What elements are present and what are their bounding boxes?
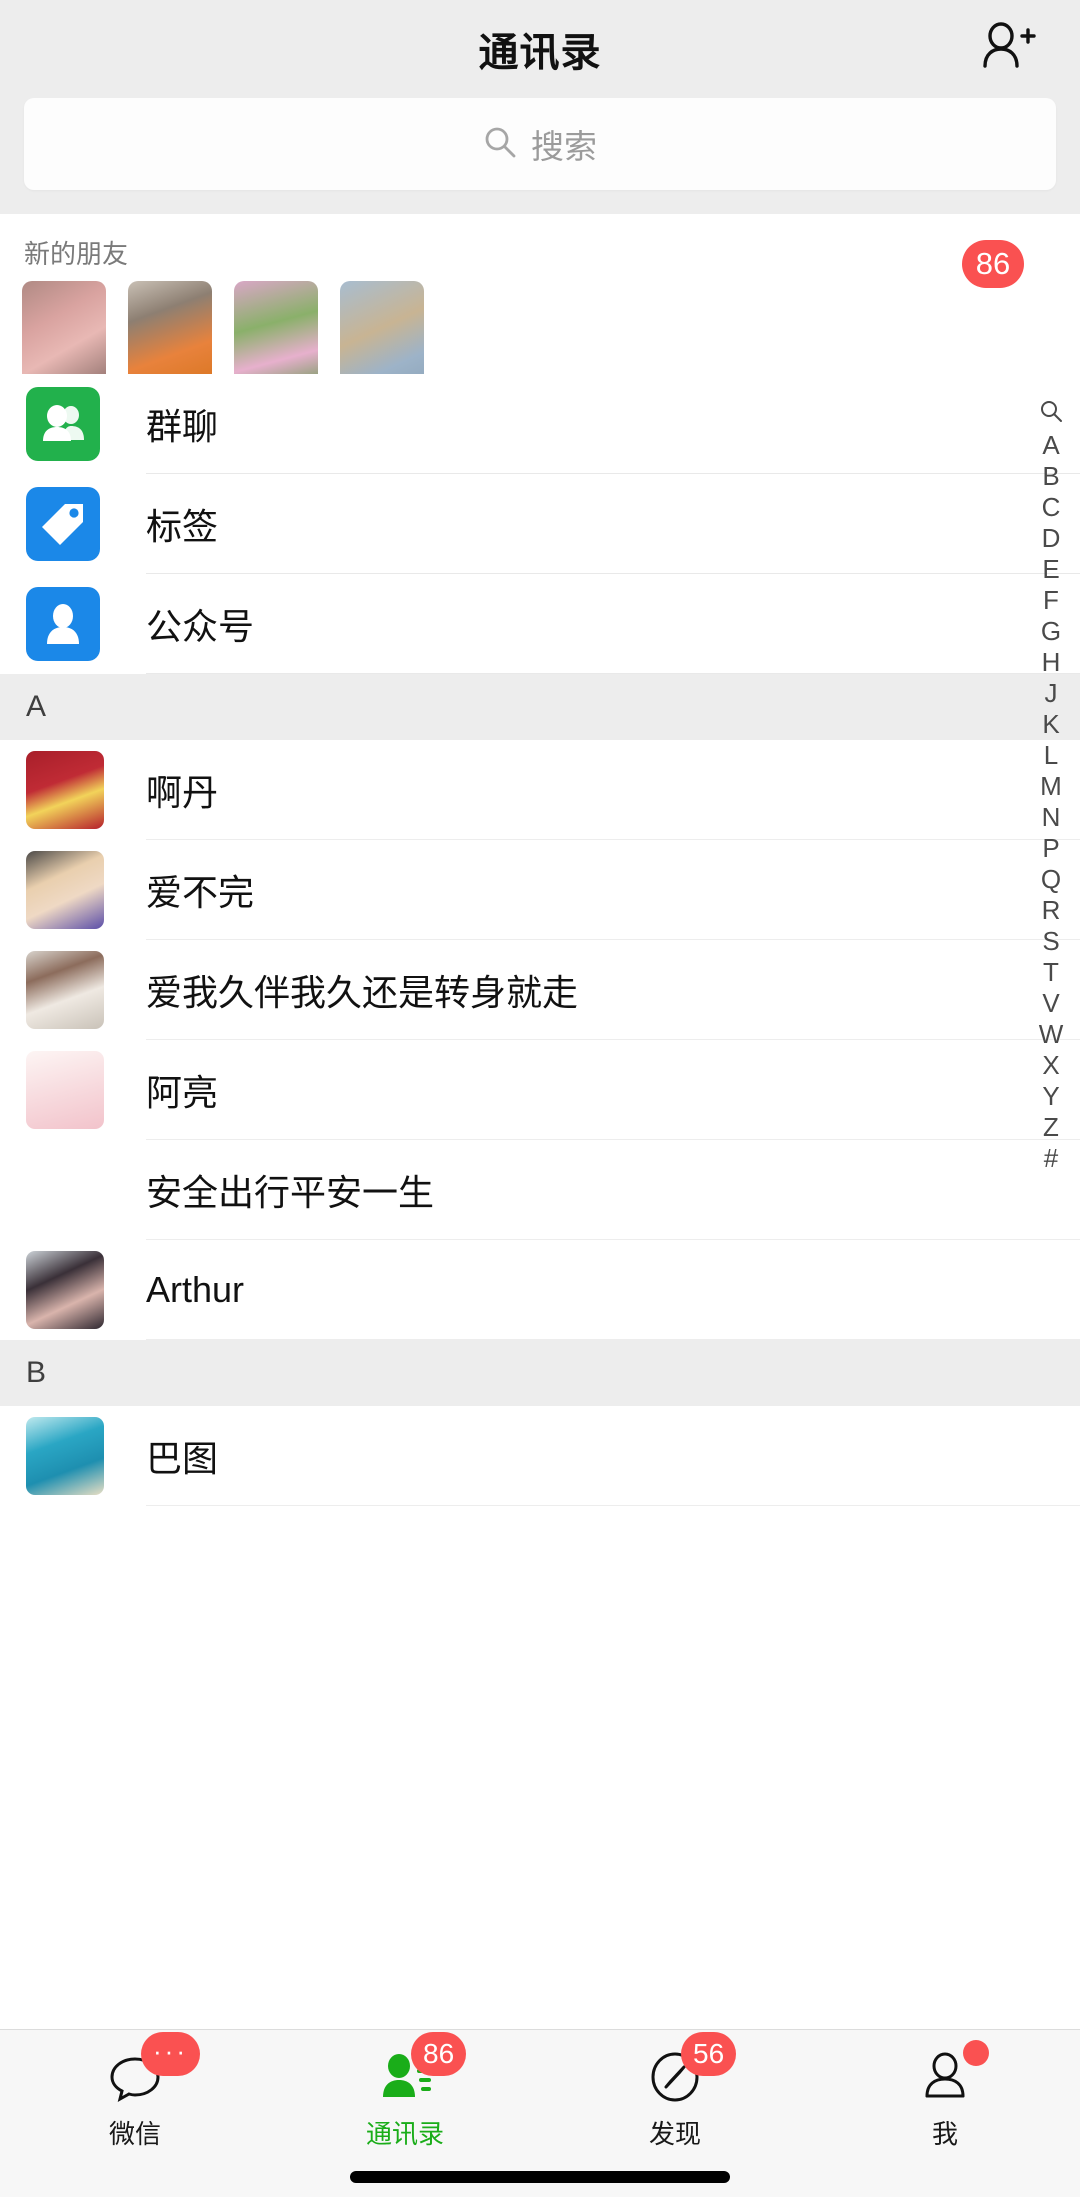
group-chat-icon [26, 387, 100, 461]
home-indicator [350, 2171, 730, 2183]
tab-badge: 56 [681, 2032, 737, 2076]
index-letter[interactable]: B [1042, 460, 1059, 491]
avatar [26, 1251, 104, 1329]
tab-wechat[interactable]: ··· 微信 [0, 2032, 270, 2151]
contact-name: Arthur [146, 1269, 245, 1310]
contact-name: 爱不完 [146, 872, 255, 913]
search-icon [483, 125, 517, 164]
contact-row[interactable]: Arthur [0, 1240, 1080, 1340]
compass-icon: 56 [647, 2032, 737, 2108]
entry-group-chat[interactable]: 群聊 [0, 374, 1080, 474]
new-friends-badge: 86 [962, 240, 1024, 288]
entry-tags[interactable]: 标签 [0, 474, 1080, 574]
search-area: 搜索 [0, 98, 1080, 214]
index-letter[interactable]: R [1042, 894, 1061, 925]
section-header-b: B [0, 1340, 1080, 1406]
new-friends-label: 新的朋友 [24, 239, 129, 269]
index-letter[interactable]: K [1042, 708, 1059, 739]
contact-row[interactable]: 安全出行平安一生 [0, 1140, 1080, 1240]
avatar[interactable] [234, 281, 318, 389]
index-letter[interactable]: A [1042, 429, 1059, 460]
avatar [26, 1051, 104, 1129]
page-title: 通讯录 [478, 31, 602, 75]
avatar[interactable] [340, 281, 424, 389]
index-letter[interactable]: E [1042, 553, 1059, 584]
new-friends-avatars [0, 281, 1080, 389]
contact-name: 安全出行平安一生 [146, 1172, 435, 1213]
contact-name: 啊丹 [146, 772, 219, 813]
person-icon [917, 2040, 989, 2108]
index-letter[interactable]: M [1040, 770, 1062, 801]
index-letter[interactable]: P [1042, 832, 1059, 863]
index-letter[interactable]: Z [1043, 1111, 1059, 1142]
contact-name: 阿亮 [146, 1072, 219, 1113]
index-letter[interactable]: T [1043, 956, 1059, 987]
contacts-icon: 86 [377, 2032, 467, 2108]
header-bar: 通讯录 [0, 0, 1080, 98]
contact-row[interactable]: 巴图 [0, 1406, 1080, 1506]
index-search-icon[interactable] [1039, 395, 1063, 426]
index-letter[interactable]: C [1042, 491, 1061, 522]
tab-label: 我 [931, 2119, 958, 2149]
contact-row[interactable]: 啊丹 [0, 740, 1080, 840]
avatar[interactable] [22, 281, 106, 389]
index-letter[interactable]: V [1042, 987, 1059, 1018]
avatar[interactable] [128, 281, 212, 389]
index-letter[interactable]: G [1041, 615, 1061, 646]
tab-badge: 86 [411, 2032, 467, 2076]
index-letter[interactable]: H [1042, 646, 1061, 677]
new-friends-section[interactable]: 新的朋友 86 [0, 214, 1080, 389]
search-input[interactable]: 搜索 [24, 98, 1056, 190]
contact-row[interactable]: 爱我久伴我久还是转身就走 [0, 940, 1080, 1040]
index-letter[interactable]: L [1044, 739, 1058, 770]
tab-me[interactable]: 我 [810, 2040, 1080, 2151]
contact-row[interactable]: 爱不完 [0, 840, 1080, 940]
avatar [26, 1151, 104, 1229]
tab-label: 微信 [108, 2119, 161, 2149]
index-letter[interactable]: F [1043, 584, 1059, 615]
index-letter[interactable]: J [1045, 677, 1058, 708]
avatar [26, 1417, 104, 1495]
index-letter[interactable]: W [1039, 1018, 1064, 1049]
contact-row[interactable]: 阿亮 [0, 1040, 1080, 1140]
tab-contacts[interactable]: 86 通讯录 [270, 2032, 540, 2151]
entry-label: 公众号 [146, 606, 255, 647]
search-placeholder: 搜索 [531, 128, 597, 165]
official-account-icon [26, 587, 100, 661]
add-person-icon[interactable] [976, 18, 1038, 80]
section-header-a: A [0, 674, 1080, 740]
index-letter[interactable]: X [1042, 1049, 1059, 1080]
chat-bubble-icon: ··· [107, 2032, 200, 2108]
index-letter[interactable]: N [1042, 801, 1061, 832]
alphabet-index-rail[interactable]: A B C D E F G H J K L M N P Q R S T V W … [1028, 395, 1074, 1173]
index-letter[interactable]: Y [1042, 1080, 1059, 1111]
contact-name: 巴图 [146, 1438, 219, 1479]
entry-label: 群聊 [146, 406, 219, 447]
index-letter[interactable]: S [1042, 925, 1059, 956]
entry-label: 标签 [146, 506, 219, 547]
tag-icon [26, 487, 100, 561]
avatar [26, 851, 104, 929]
tab-badge-dot [963, 2040, 989, 2066]
avatar [26, 951, 104, 1029]
index-letter[interactable]: D [1042, 522, 1061, 553]
contact-name: 爱我久伴我久还是转身就走 [146, 972, 579, 1013]
index-letter[interactable]: Q [1041, 863, 1061, 894]
tab-label: 发现 [648, 2119, 701, 2149]
entry-official-accounts[interactable]: 公众号 [0, 574, 1080, 674]
bottom-tab-bar: ··· 微信 86 通讯录 56 发现 我 [0, 2029, 1080, 2197]
index-letter[interactable]: # [1044, 1142, 1058, 1173]
tab-badge: ··· [141, 2032, 200, 2076]
wechat-contacts-screen: 通讯录 搜索 新的朋友 86 群聊 标签 公众号 A 啊丹 爱不完 爱我久伴我久… [0, 0, 1080, 2197]
tab-label: 通讯录 [365, 2119, 444, 2149]
tab-discover[interactable]: 56 发现 [540, 2032, 810, 2151]
avatar [26, 751, 104, 829]
